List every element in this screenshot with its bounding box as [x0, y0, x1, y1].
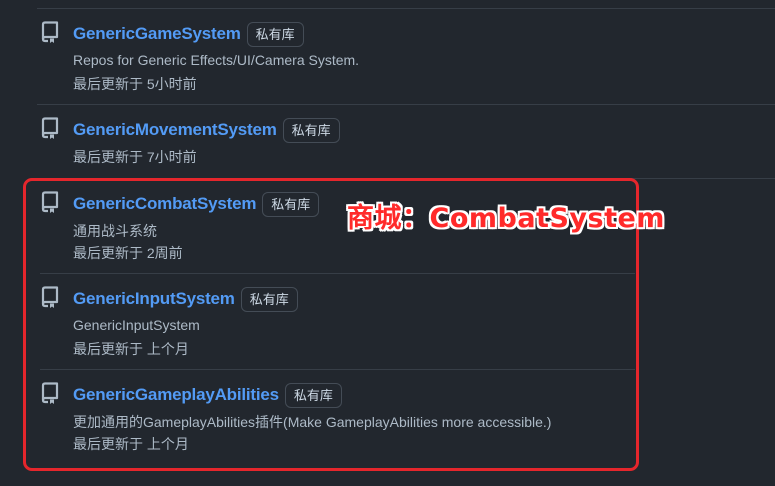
divider: [37, 8, 775, 9]
repo-title-row: GenericMovementSystem 私有库: [73, 117, 340, 143]
repo-title-row: GenericGameSystem 私有库: [73, 21, 304, 47]
visibility-badge: 私有库: [246, 21, 304, 47]
repo-name-link[interactable]: GenericGameSystem: [73, 24, 241, 44]
repo-description: Repos for Generic Effects/UI/Camera Syst…: [73, 52, 360, 68]
repo-updated-time: 最后更新于 7小时前: [73, 149, 197, 165]
visibility-badge: 私有库: [282, 117, 340, 143]
repo-name-link[interactable]: GenericMovementSystem: [73, 120, 277, 140]
repository-list: GenericGameSystem 私有库 Repos for Generic …: [0, 0, 775, 486]
repo-icon: [41, 21, 59, 43]
annotation-label: 商城：CombatSystem: [347, 203, 665, 234]
repo-updated-time: 最后更新于 5小时前: [73, 76, 197, 92]
divider: [37, 104, 775, 105]
repo-icon: [41, 117, 59, 139]
